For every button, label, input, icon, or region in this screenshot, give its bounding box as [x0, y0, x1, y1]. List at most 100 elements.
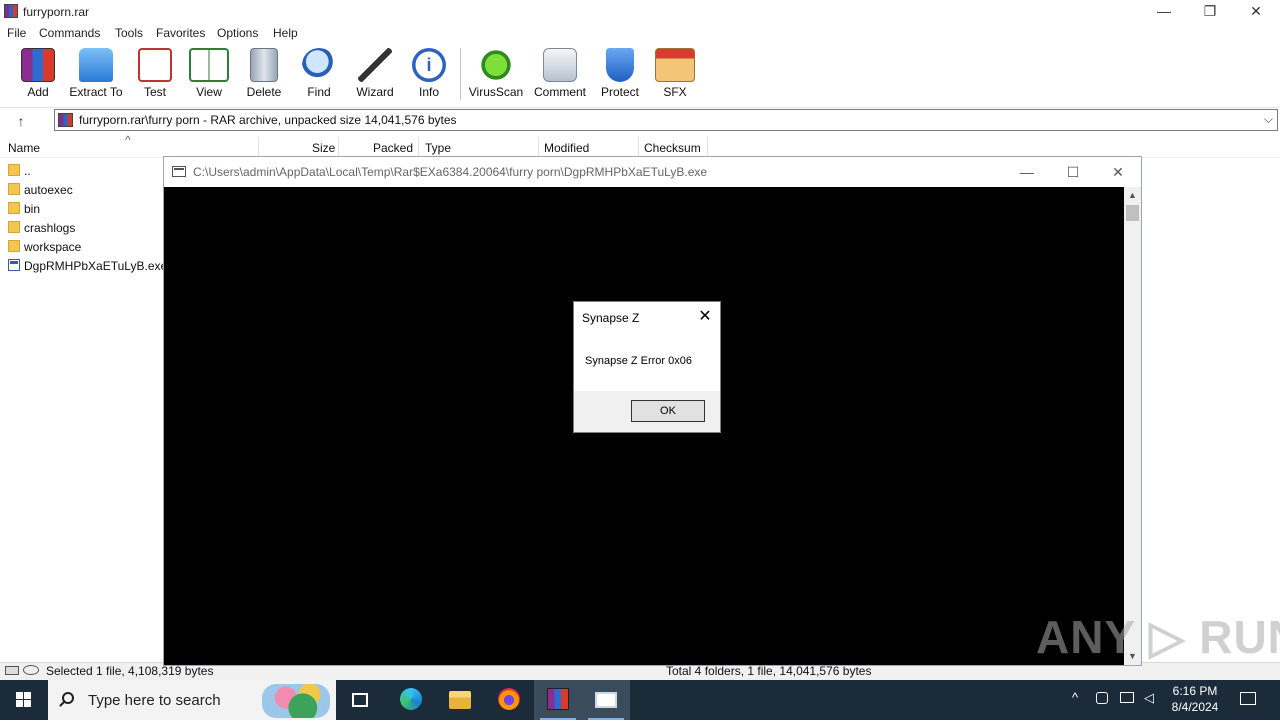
column-size[interactable]: Size — [312, 141, 335, 155]
menu-file[interactable]: File — [7, 26, 26, 40]
taskbar: Type here to search ^ ◁ 6:16 PM 8/4/2024 — [0, 680, 1280, 720]
winrar-taskbar-button[interactable] — [534, 680, 582, 720]
ok-button[interactable]: OK — [631, 400, 705, 422]
search-highlight-illustration — [262, 684, 330, 718]
taskbar-clock[interactable]: 6:16 PM 8/4/2024 — [1164, 683, 1226, 715]
scroll-up-icon[interactable]: ▲ — [1124, 187, 1141, 204]
file-name: crashlogs — [24, 221, 76, 235]
list-item[interactable]: autoexec — [6, 180, 162, 199]
menu-help[interactable]: Help — [273, 26, 298, 40]
list-item[interactable]: workspace — [6, 237, 162, 256]
notification-icon[interactable] — [1240, 692, 1256, 705]
menu-options[interactable]: Options — [217, 26, 258, 40]
chevron-up-icon[interactable]: ^ — [1072, 690, 1078, 705]
comment-icon — [543, 48, 577, 82]
file-name: autoexec — [24, 183, 73, 197]
volume-icon[interactable]: ◁ — [1144, 690, 1154, 706]
column-modified[interactable]: Modified — [544, 141, 589, 155]
restore-button[interactable]: ❐ — [1187, 0, 1233, 24]
column-header-row: Name ^ Size Packed Type Modified Checksu… — [0, 133, 1280, 158]
rar-archive-icon — [58, 113, 73, 127]
menu-bar: File Commands Tools Favorites Options He… — [0, 24, 1280, 42]
clock-date: 8/4/2024 — [1171, 700, 1219, 714]
list-item[interactable]: .. — [6, 161, 162, 180]
trash-icon — [250, 48, 278, 82]
minimize-button[interactable]: — — [1141, 0, 1187, 24]
folder-icon — [8, 183, 20, 195]
security-icon[interactable] — [1096, 692, 1108, 704]
status-total: Total 4 folders, 1 file, 14,041,576 byte… — [666, 664, 872, 678]
address-bar[interactable]: furryporn.rar\furry porn - RAR archive, … — [54, 109, 1278, 131]
column-name[interactable]: Name — [8, 141, 40, 155]
folder-icon — [8, 221, 20, 233]
title-bar: furryporn.rar — ❐ ✕ — [0, 0, 1280, 24]
column-divider — [538, 137, 539, 157]
dialog-title: Synapse Z — [582, 311, 640, 325]
console-close-button[interactable]: ✕ — [1095, 157, 1141, 187]
folder-icon — [8, 164, 20, 176]
info-button[interactable]: i Info — [397, 44, 461, 102]
file-name: DgpRMHPbXaETuLyB.exe — [24, 259, 168, 273]
sfx-label: SFX — [663, 85, 687, 99]
dialog-message: Synapse Z Error 0x06 — [585, 355, 692, 367]
dialog-close-button[interactable]: ✕ — [694, 306, 716, 328]
drive-icon — [5, 666, 19, 675]
view-book-icon — [189, 48, 229, 82]
task-view-button[interactable] — [336, 680, 384, 720]
anyrun-watermark: ANY ▷ RUN — [1036, 611, 1280, 663]
column-divider — [418, 137, 419, 157]
shield-icon — [606, 48, 634, 82]
console-maximize-button[interactable]: ☐ — [1050, 157, 1096, 187]
close-button[interactable]: ✕ — [1233, 0, 1279, 24]
column-divider — [638, 137, 639, 157]
edge-icon — [400, 688, 422, 710]
folder-icon — [8, 240, 20, 252]
sfx-button[interactable]: SFX — [643, 44, 707, 102]
menu-tools[interactable]: Tools — [115, 26, 143, 40]
up-arrow-icon[interactable]: ↑ — [12, 113, 30, 129]
start-button[interactable] — [0, 680, 48, 720]
chevron-down-icon[interactable]: ⌵ — [1264, 112, 1273, 127]
edge-taskbar-button[interactable] — [387, 680, 435, 720]
menu-favorites[interactable]: Favorites — [156, 26, 205, 40]
taskbar-search-box[interactable]: Type here to search — [48, 680, 336, 720]
firefox-taskbar-button[interactable] — [485, 680, 533, 720]
window-title: furryporn.rar — [23, 5, 90, 19]
scroll-thumb[interactable] — [1126, 205, 1139, 221]
info-icon: i — [412, 48, 446, 82]
search-icon — [62, 692, 74, 704]
network-icon[interactable] — [1120, 692, 1134, 703]
console-minimize-button[interactable]: — — [1004, 157, 1050, 187]
console-app-icon — [172, 166, 186, 177]
column-divider — [258, 137, 259, 157]
status-selection: Selected 1 file, 4,108,319 bytes — [46, 664, 214, 678]
test-clipboard-icon — [138, 48, 172, 82]
search-placeholder: Type here to search — [88, 692, 221, 709]
error-dialog: Synapse Z ✕ Synapse Z Error 0x06 OK — [573, 301, 721, 433]
add-archive-icon — [21, 48, 55, 82]
clock-time: 6:16 PM — [1172, 684, 1218, 698]
column-packed[interactable]: Packed — [373, 141, 413, 155]
executable-icon — [8, 259, 20, 271]
column-checksum[interactable]: Checksum — [644, 141, 701, 155]
column-divider — [707, 137, 708, 157]
console-title-bar: C:\Users\admin\AppData\Local\Temp\Rar$EX… — [164, 157, 1141, 187]
console-scrollbar[interactable]: ▲ ▼ — [1124, 187, 1141, 665]
list-item[interactable]: bin — [6, 199, 162, 218]
file-name: .. — [24, 164, 31, 178]
sfx-box-icon — [655, 48, 695, 82]
folder-icon — [449, 691, 471, 709]
column-type[interactable]: Type — [425, 141, 451, 155]
console-taskbar-button[interactable] — [582, 680, 630, 720]
list-item[interactable]: crashlogs — [6, 218, 162, 237]
magic-wand-icon — [358, 48, 392, 82]
firefox-icon — [498, 688, 520, 710]
list-item[interactable]: DgpRMHPbXaETuLyB.exe — [6, 256, 167, 275]
console-app-icon — [595, 692, 617, 708]
file-name: workspace — [24, 240, 82, 254]
magnifier-icon — [302, 48, 336, 82]
console-title: C:\Users\admin\AppData\Local\Temp\Rar$EX… — [193, 165, 708, 179]
bug-icon — [479, 48, 513, 82]
file-explorer-taskbar-button[interactable] — [436, 680, 484, 720]
menu-commands[interactable]: Commands — [39, 26, 100, 40]
